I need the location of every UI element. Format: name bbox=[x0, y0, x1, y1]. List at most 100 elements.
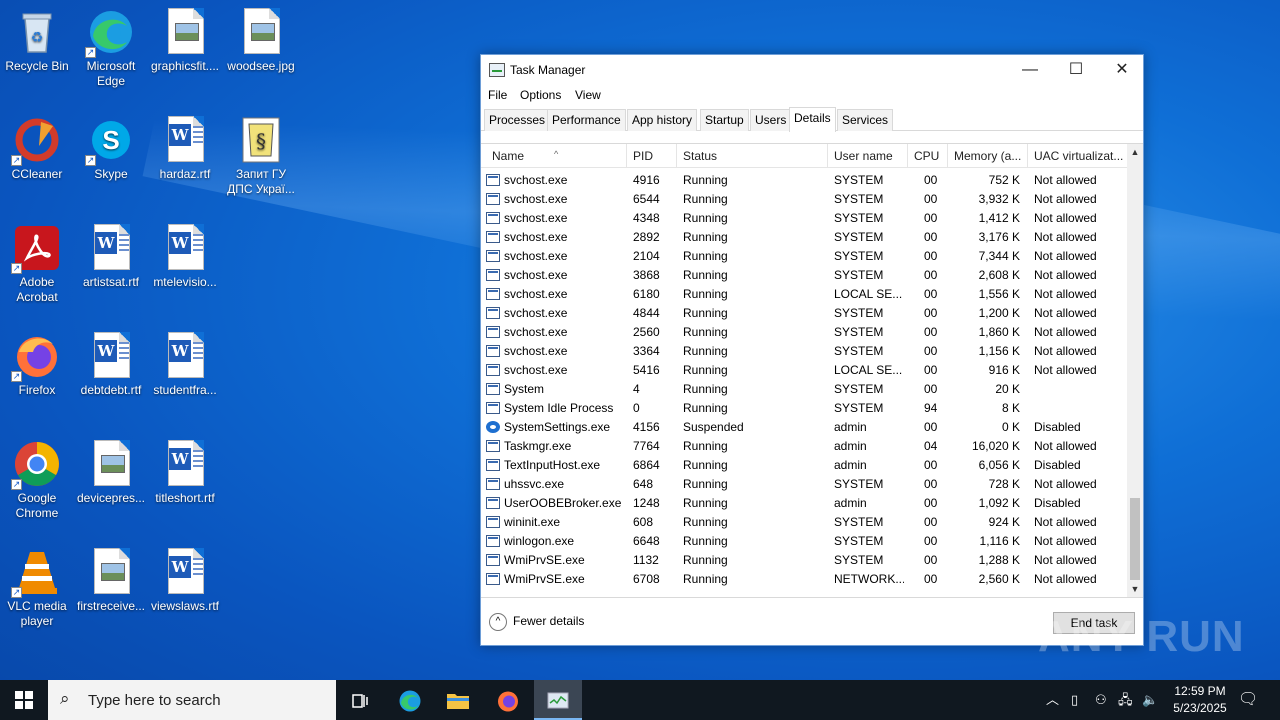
menu-file[interactable]: File bbox=[488, 88, 507, 102]
desktop-icon-devicepres[interactable]: devicepres... bbox=[74, 440, 148, 506]
network-icon[interactable]: 🖧 bbox=[1118, 680, 1136, 720]
desktop-icon-titleshort[interactable]: W titleshort.rtf bbox=[148, 440, 222, 506]
fewer-details-button[interactable]: ^ Fewer details bbox=[489, 613, 584, 631]
table-row[interactable]: svchost.exe 5416 Running LOCAL SE... 00 916 K… bbox=[481, 361, 1127, 380]
column-header-memory[interactable]: Memory (a... bbox=[948, 144, 1028, 168]
cell-mem: 3,176 K bbox=[978, 230, 1020, 244]
scroll-up-icon[interactable]: ▲ bbox=[1127, 144, 1143, 161]
table-row[interactable]: svchost.exe 3364 Running SYSTEM 00 1,156 K Not… bbox=[481, 342, 1127, 361]
clock[interactable]: 12:59 PM 5/23/2025 bbox=[1160, 683, 1240, 717]
cell-uac: Not allowed bbox=[1034, 268, 1097, 282]
desktop-icon-microsoft-edge[interactable]: ↗ Microsoft Edge bbox=[74, 8, 148, 89]
table-row[interactable]: TextInputHost.exe 6864 Running admin 00 6,056… bbox=[481, 456, 1127, 475]
title-bar[interactable]: Task Manager — ☐ ✕ bbox=[481, 55, 1143, 85]
desktop-icon-label: Запит ГУ ДПС Украї... bbox=[227, 167, 295, 196]
maximize-button[interactable]: ☐ bbox=[1053, 55, 1099, 85]
desktop-icon-google-chrome[interactable]: ↗ Google Chrome bbox=[0, 440, 74, 521]
task-manager-window[interactable]: Task Manager — ☐ ✕ File Options View Pro… bbox=[480, 54, 1144, 646]
tab-services[interactable]: Services bbox=[837, 109, 894, 131]
shortcut-arrow-icon: ↗ bbox=[11, 479, 22, 490]
script-file-icon: § bbox=[237, 116, 285, 164]
cell-mem: 8 K bbox=[1001, 401, 1020, 415]
column-header-cpu[interactable]: CPU bbox=[908, 144, 948, 168]
desktop-icon-artistsat[interactable]: W artistsat.rtf bbox=[74, 224, 148, 290]
cell-user: SYSTEM bbox=[834, 230, 884, 244]
desktop-icon-studentfra[interactable]: W studentfra... bbox=[148, 332, 222, 398]
tab-startup[interactable]: Startup bbox=[700, 109, 749, 131]
table-row[interactable]: svchost.exe 2892 Running SYSTEM 00 3,176 K Not… bbox=[481, 228, 1127, 247]
desktop-icon-adobe-acrobat[interactable]: ↗ Adobe Acrobat bbox=[0, 224, 74, 305]
show-hidden-icons-icon[interactable]: ︿ bbox=[1046, 680, 1062, 720]
column-header-user-name[interactable]: User name bbox=[828, 144, 908, 168]
cell-uac: Not allowed bbox=[1034, 439, 1097, 453]
desktop-icon-woodsee[interactable]: woodsee.jpg bbox=[224, 8, 298, 74]
notifications-icon[interactable]: 🗨 bbox=[1238, 680, 1258, 720]
cell-name: svchost.exe bbox=[504, 325, 568, 339]
vertical-scrollbar[interactable]: ▲ ▼ bbox=[1127, 144, 1143, 598]
minimize-button[interactable]: — bbox=[1007, 55, 1053, 85]
tab-details[interactable]: Details bbox=[789, 107, 836, 132]
start-button[interactable] bbox=[0, 680, 48, 720]
table-row[interactable]: svchost.exe 4844 Running SYSTEM 00 1,200 K Not… bbox=[481, 304, 1127, 323]
meet-now-icon[interactable]: ⚇ bbox=[1095, 680, 1113, 720]
tab-performance[interactable]: Performance bbox=[547, 109, 626, 131]
taskbar-firefox-button[interactable] bbox=[484, 680, 532, 720]
close-button[interactable]: ✕ bbox=[1099, 55, 1145, 85]
desktop-icon-recycle-bin[interactable]: ♻ Recycle Bin bbox=[0, 8, 74, 74]
table-row[interactable]: svchost.exe 6180 Running LOCAL SE... 00 1,556… bbox=[481, 285, 1127, 304]
desktop-icon-debtdebt[interactable]: W debtdebt.rtf bbox=[74, 332, 148, 398]
scroll-down-icon[interactable]: ▼ bbox=[1127, 581, 1143, 598]
table-row[interactable]: WmiPrvSE.exe 1132 Running SYSTEM 00 1,288 K No… bbox=[481, 551, 1127, 570]
taskbar-file-explorer-button[interactable] bbox=[434, 680, 482, 720]
table-row[interactable]: svchost.exe 4916 Running SYSTEM 00 752 K Not a… bbox=[481, 171, 1127, 190]
cell-name: SystemSettings.exe bbox=[504, 420, 611, 434]
table-row[interactable]: UserOOBEBroker.exe 1248 Running admin 00 1,09… bbox=[481, 494, 1127, 513]
column-header-pid[interactable]: PID bbox=[627, 144, 677, 168]
tab-app-history[interactable]: App history bbox=[627, 109, 698, 131]
menu-bar: File Options View bbox=[481, 85, 1143, 107]
column-header-name[interactable]: Name ^ bbox=[486, 144, 627, 168]
table-row[interactable]: uhssvc.exe 648 Running SYSTEM 00 728 K Not all… bbox=[481, 475, 1127, 494]
volume-icon[interactable]: 🔈 bbox=[1142, 680, 1160, 720]
table-row[interactable]: WmiPrvSE.exe 6708 Running NETWORK... 00 2,560… bbox=[481, 570, 1127, 589]
taskbar-edge-button[interactable] bbox=[386, 680, 434, 720]
table-row[interactable]: svchost.exe 2560 Running SYSTEM 00 1,860 K Not… bbox=[481, 323, 1127, 342]
desktop-icon-ccleaner[interactable]: ↗ CCleaner bbox=[0, 116, 74, 182]
desktop-icon-firefox[interactable]: ↗ Firefox bbox=[0, 332, 74, 398]
scrollbar-thumb[interactable] bbox=[1130, 498, 1140, 580]
desktop-icon-skype[interactable]: S ↗ Skype bbox=[74, 116, 148, 182]
table-row[interactable]: Taskmgr.exe 7764 Running admin 04 16,020 K Not… bbox=[481, 437, 1127, 456]
desktop-icon-firstreceive[interactable]: firstreceive... bbox=[74, 548, 148, 614]
cell-name: uhssvc.exe bbox=[504, 477, 565, 491]
tablet-icon[interactable]: ▯ bbox=[1071, 680, 1087, 720]
table-row[interactable]: System Idle Process 0 Running SYSTEM 94 8 K bbox=[481, 399, 1127, 418]
taskbar-task-manager-button[interactable] bbox=[534, 680, 582, 720]
menu-view[interactable]: View bbox=[575, 88, 601, 102]
desktop-icon-hardaz[interactable]: W hardaz.rtf bbox=[148, 116, 222, 182]
cell-name: TextInputHost.exe bbox=[504, 458, 601, 472]
table-row[interactable]: svchost.exe 2104 Running SYSTEM 00 7,344 K Not… bbox=[481, 247, 1127, 266]
tab-processes[interactable]: Processes bbox=[484, 109, 551, 131]
cell-user: SYSTEM bbox=[834, 534, 884, 548]
menu-options[interactable]: Options bbox=[520, 88, 561, 102]
table-row[interactable]: wininit.exe 608 Running SYSTEM 00 924 K Not al… bbox=[481, 513, 1127, 532]
table-row[interactable]: svchost.exe 4348 Running SYSTEM 00 1,412 K Not… bbox=[481, 209, 1127, 228]
desktop-icon-mtelevisio[interactable]: W mtelevisio... bbox=[148, 224, 222, 290]
cell-cpu: 00 bbox=[924, 572, 938, 586]
table-row[interactable]: svchost.exe 3868 Running SYSTEM 00 2,608 K Not… bbox=[481, 266, 1127, 285]
process-icon bbox=[486, 478, 500, 490]
taskbar-search-box[interactable]: ⌕ Type here to search bbox=[48, 680, 336, 720]
table-row[interactable]: winlogon.exe 6648 Running SYSTEM 00 1,116 K No… bbox=[481, 532, 1127, 551]
desktop-icon-zapyt-hu-dps[interactable]: § Запит ГУ ДПС Украї... bbox=[224, 116, 298, 197]
table-row[interactable]: svchost.exe 6544 Running SYSTEM 00 3,932 K Not… bbox=[481, 190, 1127, 209]
column-header-status[interactable]: Status bbox=[677, 144, 828, 168]
desktop-icon-viewslaws[interactable]: W viewslaws.rtf bbox=[148, 548, 222, 614]
table-row[interactable]: SystemSettings.exe 4156 Suspended admin 00 0 … bbox=[481, 418, 1127, 437]
task-view-button[interactable] bbox=[336, 680, 384, 720]
table-row[interactable]: System 4 Running SYSTEM 00 20 K bbox=[481, 380, 1127, 399]
column-header-uac-virtualization[interactable]: UAC virtualizat... bbox=[1028, 144, 1127, 168]
desktop-icon-graphicsfit[interactable]: graphicsfit.... bbox=[148, 8, 222, 74]
cell-pid: 3364 bbox=[633, 344, 660, 358]
tab-users[interactable]: Users bbox=[750, 109, 792, 131]
desktop-icon-vlc[interactable]: ↗ VLC media player bbox=[0, 548, 74, 629]
